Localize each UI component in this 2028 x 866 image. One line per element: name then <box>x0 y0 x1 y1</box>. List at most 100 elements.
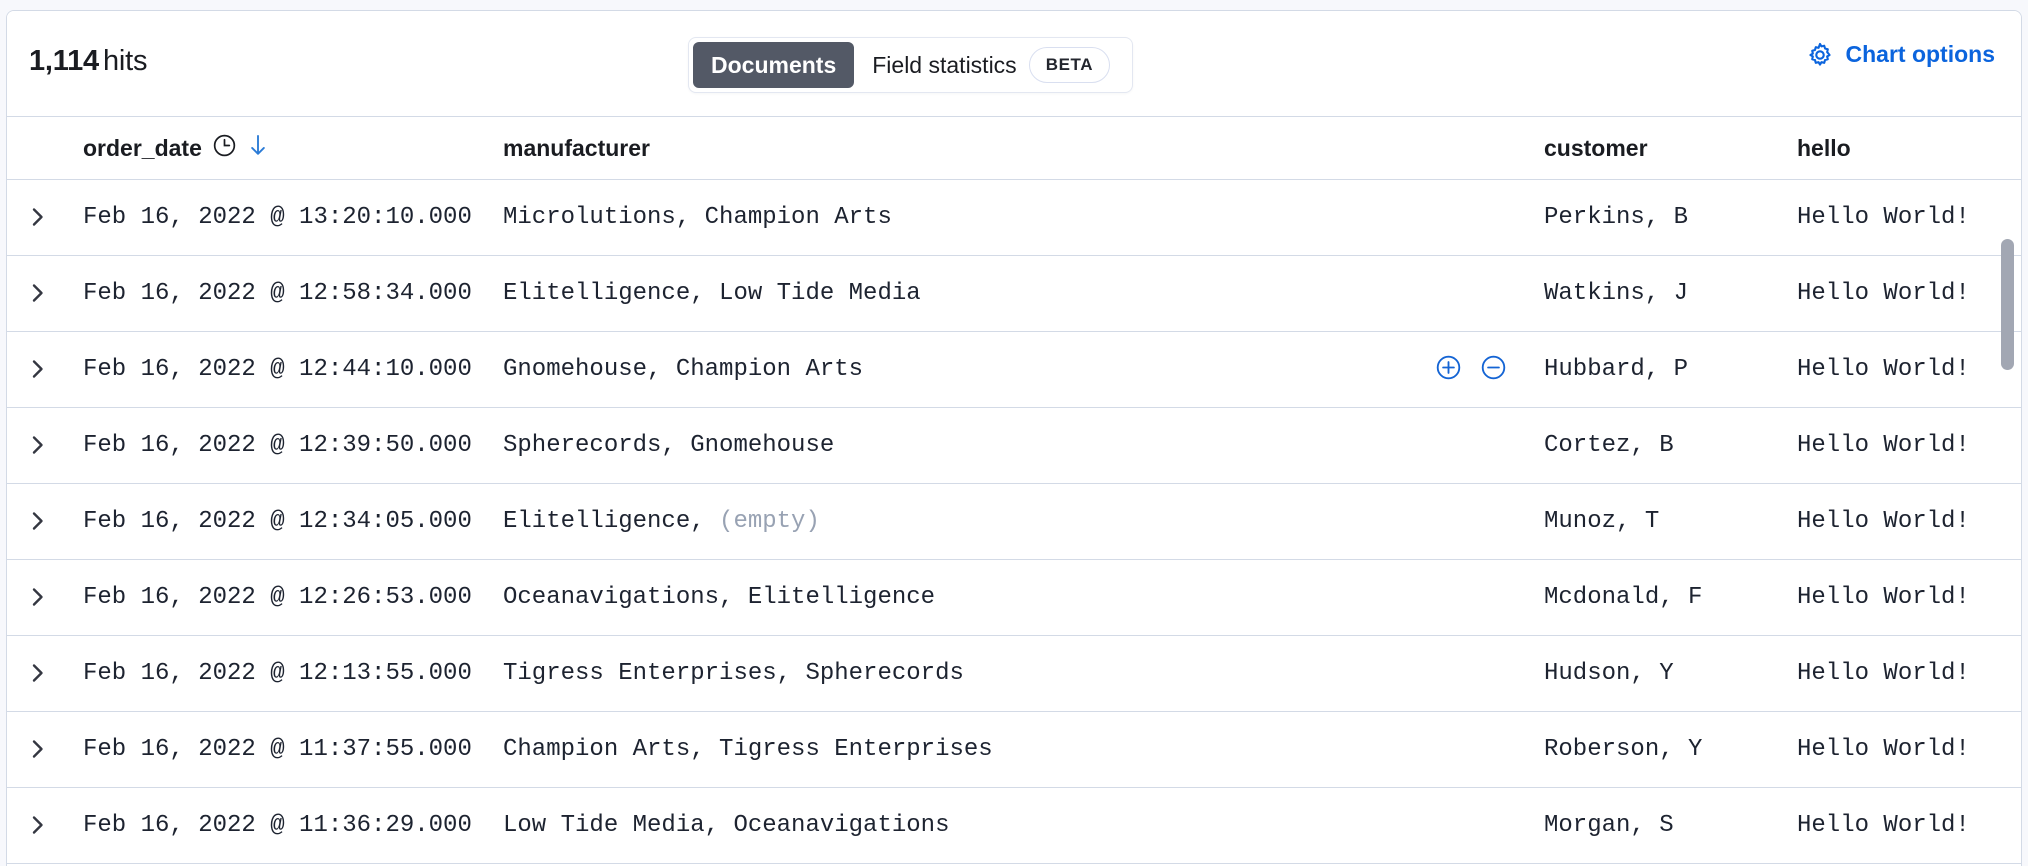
row-filter-actions <box>1435 332 1507 407</box>
cell-customer[interactable]: Perkins, B <box>1544 180 1794 255</box>
cell-customer[interactable]: Morgan, S <box>1544 788 1794 863</box>
column-header-manufacturer[interactable]: manufacturer <box>503 117 1533 179</box>
cell-hello-value: Hello World! <box>1797 660 1970 687</box>
cell-order-date[interactable]: Feb 16, 2022 @ 11:36:29.000 <box>83 788 503 863</box>
chart-options-button[interactable]: Chart options <box>1807 41 1996 68</box>
cell-hello-value: Hello World! <box>1797 812 1970 839</box>
hits-count: 1,114 <box>29 45 99 77</box>
cell-hello[interactable]: Hello World! <box>1797 484 2021 559</box>
cell-manufacturer[interactable]: Oceanavigations, Elitelligence <box>503 560 1533 635</box>
cell-customer[interactable]: Mcdonald, F <box>1544 560 1794 635</box>
cell-order-date-value: Feb 16, 2022 @ 12:34:05.000 <box>83 508 472 535</box>
cell-customer[interactable]: Hudson, Y <box>1544 636 1794 711</box>
cell-customer[interactable]: Watkins, J <box>1544 256 1794 331</box>
cell-customer-value: Perkins, B <box>1544 204 1688 231</box>
chevron-right-icon <box>25 737 51 763</box>
cell-order-date[interactable]: Feb 16, 2022 @ 13:20:10.000 <box>83 180 503 255</box>
cell-manufacturer[interactable]: Low Tide Media, Oceanavigations <box>503 788 1533 863</box>
documents-panel: 1,114hits Documents Field statistics BET… <box>6 10 2022 866</box>
row-expand-button[interactable] <box>25 712 71 787</box>
cell-customer-value: Hubbard, P <box>1544 356 1688 383</box>
cell-order-date[interactable]: Feb 16, 2022 @ 12:39:50.000 <box>83 408 503 483</box>
row-expand-button[interactable] <box>25 408 71 483</box>
column-header-hello[interactable]: hello <box>1797 117 2021 179</box>
cell-hello[interactable]: Hello World! <box>1797 712 2021 787</box>
row-expand-button[interactable] <box>25 788 71 863</box>
cell-customer[interactable]: Cortez, B <box>1544 408 1794 483</box>
clock-icon <box>212 133 237 164</box>
cell-customer-value: Mcdonald, F <box>1544 584 1702 611</box>
cell-manufacturer[interactable]: Elitelligence, (empty) <box>503 484 1533 559</box>
view-tab-group: Documents Field statistics BETA <box>688 37 1133 93</box>
cell-manufacturer[interactable]: Elitelligence, Low Tide Media <box>503 256 1533 331</box>
table-row[interactable]: Feb 16, 2022 @ 12:13:55.000 Tigress Enter… <box>7 636 2021 712</box>
vertical-scrollbar-thumb[interactable] <box>2001 239 2014 370</box>
cell-manufacturer[interactable]: Spherecords, Gnomehouse <box>503 408 1533 483</box>
cell-manufacturer[interactable]: Champion Arts, Tigress Enterprises <box>503 712 1533 787</box>
chevron-right-icon <box>25 357 51 383</box>
cell-hello[interactable]: Hello World! <box>1797 560 2021 635</box>
cell-order-date-value: Feb 16, 2022 @ 12:44:10.000 <box>83 356 472 383</box>
cell-customer-value: Roberson, Y <box>1544 736 1702 763</box>
cell-manufacturer[interactable]: Tigress Enterprises, Spherecords <box>503 636 1533 711</box>
cell-hello-value: Hello World! <box>1797 280 1970 307</box>
row-expand-button[interactable] <box>25 180 71 255</box>
tab-field-statistics-label: Field statistics <box>872 52 1016 79</box>
cell-hello[interactable]: Hello World! <box>1797 636 2021 711</box>
column-header-order-date[interactable]: order_date <box>83 117 503 179</box>
cell-order-date[interactable]: Feb 16, 2022 @ 12:58:34.000 <box>83 256 503 331</box>
cell-hello-value: Hello World! <box>1797 584 1970 611</box>
cell-manufacturer[interactable]: Gnomehouse, Champion Arts <box>503 332 1533 407</box>
cell-customer-value: Munoz, T <box>1544 508 1659 535</box>
cell-hello[interactable]: Hello World! <box>1797 408 2021 483</box>
cell-order-date[interactable]: Feb 16, 2022 @ 12:13:55.000 <box>83 636 503 711</box>
table-row[interactable]: Feb 16, 2022 @ 11:37:55.000 Champion Arts… <box>7 712 2021 788</box>
cell-order-date-value: Feb 16, 2022 @ 11:37:55.000 <box>83 736 472 763</box>
table-row[interactable]: Feb 16, 2022 @ 12:39:50.000 Spherecords, … <box>7 408 2021 484</box>
table-row[interactable]: Feb 16, 2022 @ 11:36:29.000 Low Tide Medi… <box>7 788 2021 864</box>
cell-order-date[interactable]: Feb 16, 2022 @ 11:37:55.000 <box>83 712 503 787</box>
chevron-right-icon <box>25 813 51 839</box>
sort-arrow-down-icon[interactable] <box>247 133 269 163</box>
table-row[interactable]: Feb 16, 2022 @ 12:34:05.000 Elitelligence… <box>7 484 2021 560</box>
circle-plus-icon[interactable] <box>1435 354 1462 386</box>
tab-field-statistics[interactable]: Field statistics BETA <box>854 42 1128 88</box>
cell-order-date-value: Feb 16, 2022 @ 11:36:29.000 <box>83 812 472 839</box>
row-expand-button[interactable] <box>25 560 71 635</box>
tab-documents-label: Documents <box>711 52 836 79</box>
cell-hello[interactable]: Hello World! <box>1797 332 2021 407</box>
table-row[interactable]: Feb 16, 2022 @ 12:26:53.000 Oceanavigatio… <box>7 560 2021 636</box>
cell-manufacturer[interactable]: Microlutions, Champion Arts <box>503 180 1533 255</box>
cell-order-date[interactable]: Feb 16, 2022 @ 12:34:05.000 <box>83 484 503 559</box>
cell-hello[interactable]: Hello World! <box>1797 256 2021 331</box>
row-expand-button[interactable] <box>25 636 71 711</box>
cell-order-date[interactable]: Feb 16, 2022 @ 12:44:10.000 <box>83 332 503 407</box>
cell-hello-value: Hello World! <box>1797 204 1970 231</box>
table-row[interactable]: Feb 16, 2022 @ 12:58:34.000Elitelligence… <box>7 256 2021 332</box>
column-header-order-date-label: order_date <box>83 135 202 162</box>
cell-hello-value: Hello World! <box>1797 508 1970 535</box>
column-header-hello-label: hello <box>1797 135 1851 162</box>
row-expand-button[interactable] <box>25 256 71 331</box>
header-expand-spacer <box>25 117 71 179</box>
circle-minus-icon[interactable] <box>1480 354 1507 386</box>
row-expand-button[interactable] <box>25 484 71 559</box>
cell-customer[interactable]: Hubbard, P <box>1544 332 1794 407</box>
cell-hello[interactable]: Hello World! <box>1797 180 2021 255</box>
column-header-customer-label: customer <box>1544 135 1648 162</box>
cell-hello[interactable]: Hello World! <box>1797 788 2021 863</box>
tab-documents[interactable]: Documents <box>693 42 854 88</box>
cell-order-date[interactable]: Feb 16, 2022 @ 12:26:53.000 <box>83 560 503 635</box>
column-header-manufacturer-label: manufacturer <box>503 135 650 162</box>
cell-customer[interactable]: Munoz, T <box>1544 484 1794 559</box>
vertical-scrollbar-track[interactable] <box>1996 181 2018 866</box>
cell-hello-value: Hello World! <box>1797 356 1970 383</box>
cell-order-date-value: Feb 16, 2022 @ 12:39:50.000 <box>83 432 472 459</box>
cell-customer[interactable]: Roberson, Y <box>1544 712 1794 787</box>
row-expand-button[interactable] <box>25 332 71 407</box>
cell-order-date-value: Feb 16, 2022 @ 12:26:53.000 <box>83 584 472 611</box>
table-row[interactable]: Feb 16, 2022 @ 12:44:10.000 Gnomehouse, C… <box>7 332 2021 408</box>
cell-order-date-value: Feb 16, 2022 @ 12:13:55.000 <box>83 660 472 687</box>
column-header-customer[interactable]: customer <box>1544 117 1794 179</box>
table-row[interactable]: Feb 16, 2022 @ 13:20:10.000Microlutions,… <box>7 180 2021 256</box>
